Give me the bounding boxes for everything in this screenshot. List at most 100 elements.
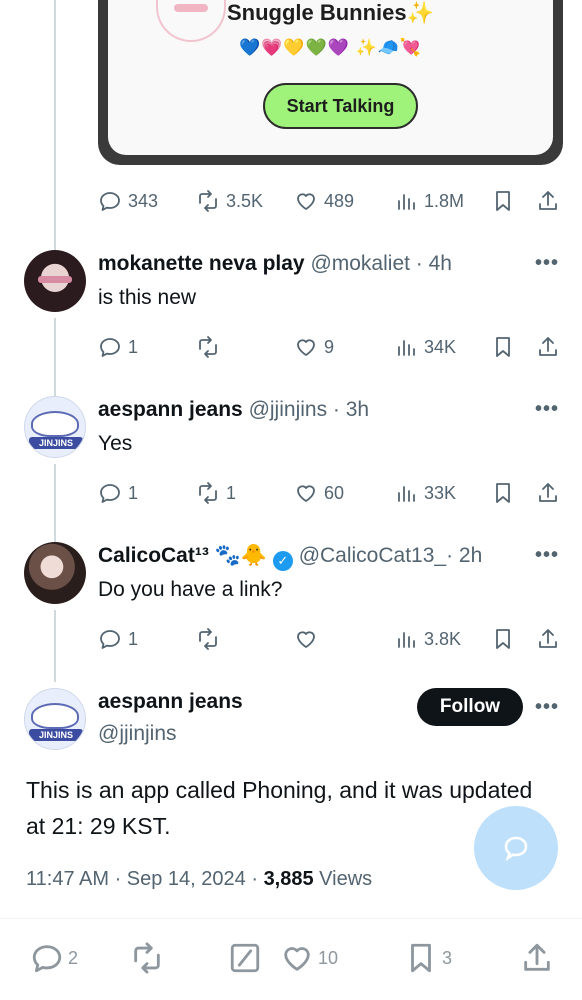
like-button[interactable]	[294, 627, 324, 651]
thread-line	[54, 318, 56, 396]
handle[interactable]: @jjinjins	[98, 722, 177, 745]
share-icon	[539, 629, 557, 648]
retweet-icon	[199, 628, 217, 650]
retweet-icon	[199, 336, 217, 358]
more-options-icon[interactable]: •••	[535, 398, 559, 421]
start-talking-button[interactable]: Start Talking	[263, 83, 418, 129]
reply-button[interactable]: 1	[98, 481, 138, 505]
like-button[interactable]: 60	[294, 481, 344, 505]
display-name[interactable]: aespann jeans	[98, 690, 243, 713]
display-name[interactable]: aespann jeans	[98, 398, 243, 421]
name-emojis: 🐾🐥	[214, 544, 267, 567]
more-options-icon[interactable]: •••	[535, 544, 559, 567]
retweet-button[interactable]: 3.5K	[196, 189, 263, 213]
reply-header: aespann jeans @jjinjins · 3h	[98, 398, 369, 422]
reply-action-bar: 1 9 34K	[98, 332, 563, 362]
verified-badge-icon: ✓	[272, 551, 293, 571]
bottom-bookmark-button[interactable]: 3	[404, 941, 452, 975]
share-button[interactable]	[536, 189, 560, 213]
card-emojis: 💙💗💛💚💜 ✨🧢💘	[238, 38, 423, 57]
retweet-button[interactable]: 1	[196, 481, 236, 505]
bottom-edit-button[interactable]	[228, 941, 262, 975]
tweet-meta: 11:47 AM · Sep 14, 2024 · 3,885 Views	[26, 868, 373, 890]
view-count: 1.8M	[424, 190, 465, 211]
avatar[interactable]: JINJINS	[24, 396, 86, 458]
bottom-reply-button[interactable]: 2	[30, 941, 78, 975]
main-avatar[interactable]: JINJINS	[24, 688, 86, 750]
follow-button[interactable]: Follow	[417, 688, 523, 726]
reply-icon	[100, 338, 120, 357]
bookmark-button[interactable]	[491, 627, 515, 651]
more-options-icon[interactable]: •••	[535, 252, 559, 275]
share-icon	[539, 337, 557, 356]
avatar[interactable]	[24, 250, 86, 312]
bookmark-button[interactable]	[491, 189, 515, 213]
bottom-retweet-button[interactable]	[130, 941, 164, 975]
edit-icon	[230, 943, 260, 973]
handle[interactable]: @CalicoCat13_· 2h	[299, 544, 483, 567]
views-count: 3,885	[263, 868, 314, 890]
like-count: 489	[324, 190, 355, 211]
main-tweet-text: This is an app called Phoning, and it wa…	[26, 777, 533, 839]
main-tweet-header: aespann jeans	[98, 690, 243, 714]
reply-icon	[100, 484, 120, 503]
views-button[interactable]: 33K	[394, 481, 456, 505]
reply-header: CalicoCat¹³ 🐾🐥 ✓ @CalicoCat13_· 2h	[98, 544, 482, 571]
floating-reply-button[interactable]	[474, 806, 558, 890]
analytics-icon	[398, 486, 415, 502]
handle[interactable]: @jjinjins · 3h	[249, 398, 370, 421]
bottom-share-button[interactable]	[520, 941, 554, 975]
like-button[interactable]: 489	[294, 189, 354, 213]
more-options-icon[interactable]: •••	[535, 696, 559, 719]
share-button[interactable]	[536, 627, 560, 651]
share-icon	[539, 191, 557, 210]
display-name[interactable]: CalicoCat¹³	[98, 544, 209, 567]
main-tweet-handle-row: @jjinjins	[98, 722, 177, 746]
reply-button[interactable]: 1	[98, 335, 138, 359]
heart-icon	[297, 631, 315, 648]
heart-icon	[297, 485, 315, 502]
thread-line	[54, 464, 56, 544]
views-button[interactable]: 3.8K	[394, 627, 461, 651]
card-title: Snuggle Bunnies✨	[226, 0, 435, 25]
reply-icon	[100, 630, 120, 649]
share-button[interactable]	[536, 335, 560, 359]
reply-button[interactable]: 343	[98, 189, 158, 213]
reply-text: is this new	[98, 286, 197, 309]
retweet-button[interactable]	[196, 335, 226, 359]
chat-bubble-icon	[504, 836, 528, 862]
timestamp[interactable]: 11:47 AM · Sep 14, 2024 ·	[26, 868, 264, 890]
analytics-icon	[398, 632, 415, 648]
bottom-like-button[interactable]: 10	[280, 941, 338, 975]
retweet-count: 3.5K	[226, 190, 264, 211]
thread-line	[54, 0, 56, 250]
bookmark-icon	[496, 191, 510, 211]
bookmark-button[interactable]	[491, 481, 515, 505]
avatar[interactable]	[24, 542, 86, 604]
reply-action-bar: 1 1 60 33K	[98, 478, 563, 508]
share-icon	[524, 943, 550, 971]
bookmark-icon	[496, 483, 510, 503]
reply-icon	[32, 945, 62, 973]
reply-count: 343	[128, 190, 159, 211]
share-button[interactable]	[536, 481, 560, 505]
retweet-button[interactable]	[196, 627, 226, 651]
reply-button[interactable]: 1	[98, 627, 138, 651]
analytics-icon	[398, 194, 415, 210]
heart-icon	[284, 947, 310, 971]
reply-text: Yes	[98, 432, 133, 455]
views-button[interactable]: 1.8M	[394, 189, 464, 213]
bookmark-button[interactable]	[491, 335, 515, 359]
heart-icon	[297, 339, 315, 356]
bookmark-icon	[496, 629, 510, 649]
retweet-icon	[199, 190, 217, 212]
display-name[interactable]: mokanette neva play	[98, 252, 305, 275]
share-icon	[539, 483, 557, 502]
reply-action-bar: 1 3.8K	[98, 624, 563, 654]
handle[interactable]: @mokaliet · 4h	[310, 252, 452, 275]
views-button[interactable]: 34K	[394, 335, 456, 359]
like-button[interactable]: 9	[294, 335, 334, 359]
heart-icon	[297, 193, 315, 210]
quoted-card[interactable]: Snuggle Bunnies✨ 💙💗💛💚💜 ✨🧢💘 Start Talking	[98, 0, 563, 165]
bookmark-icon	[496, 337, 510, 357]
